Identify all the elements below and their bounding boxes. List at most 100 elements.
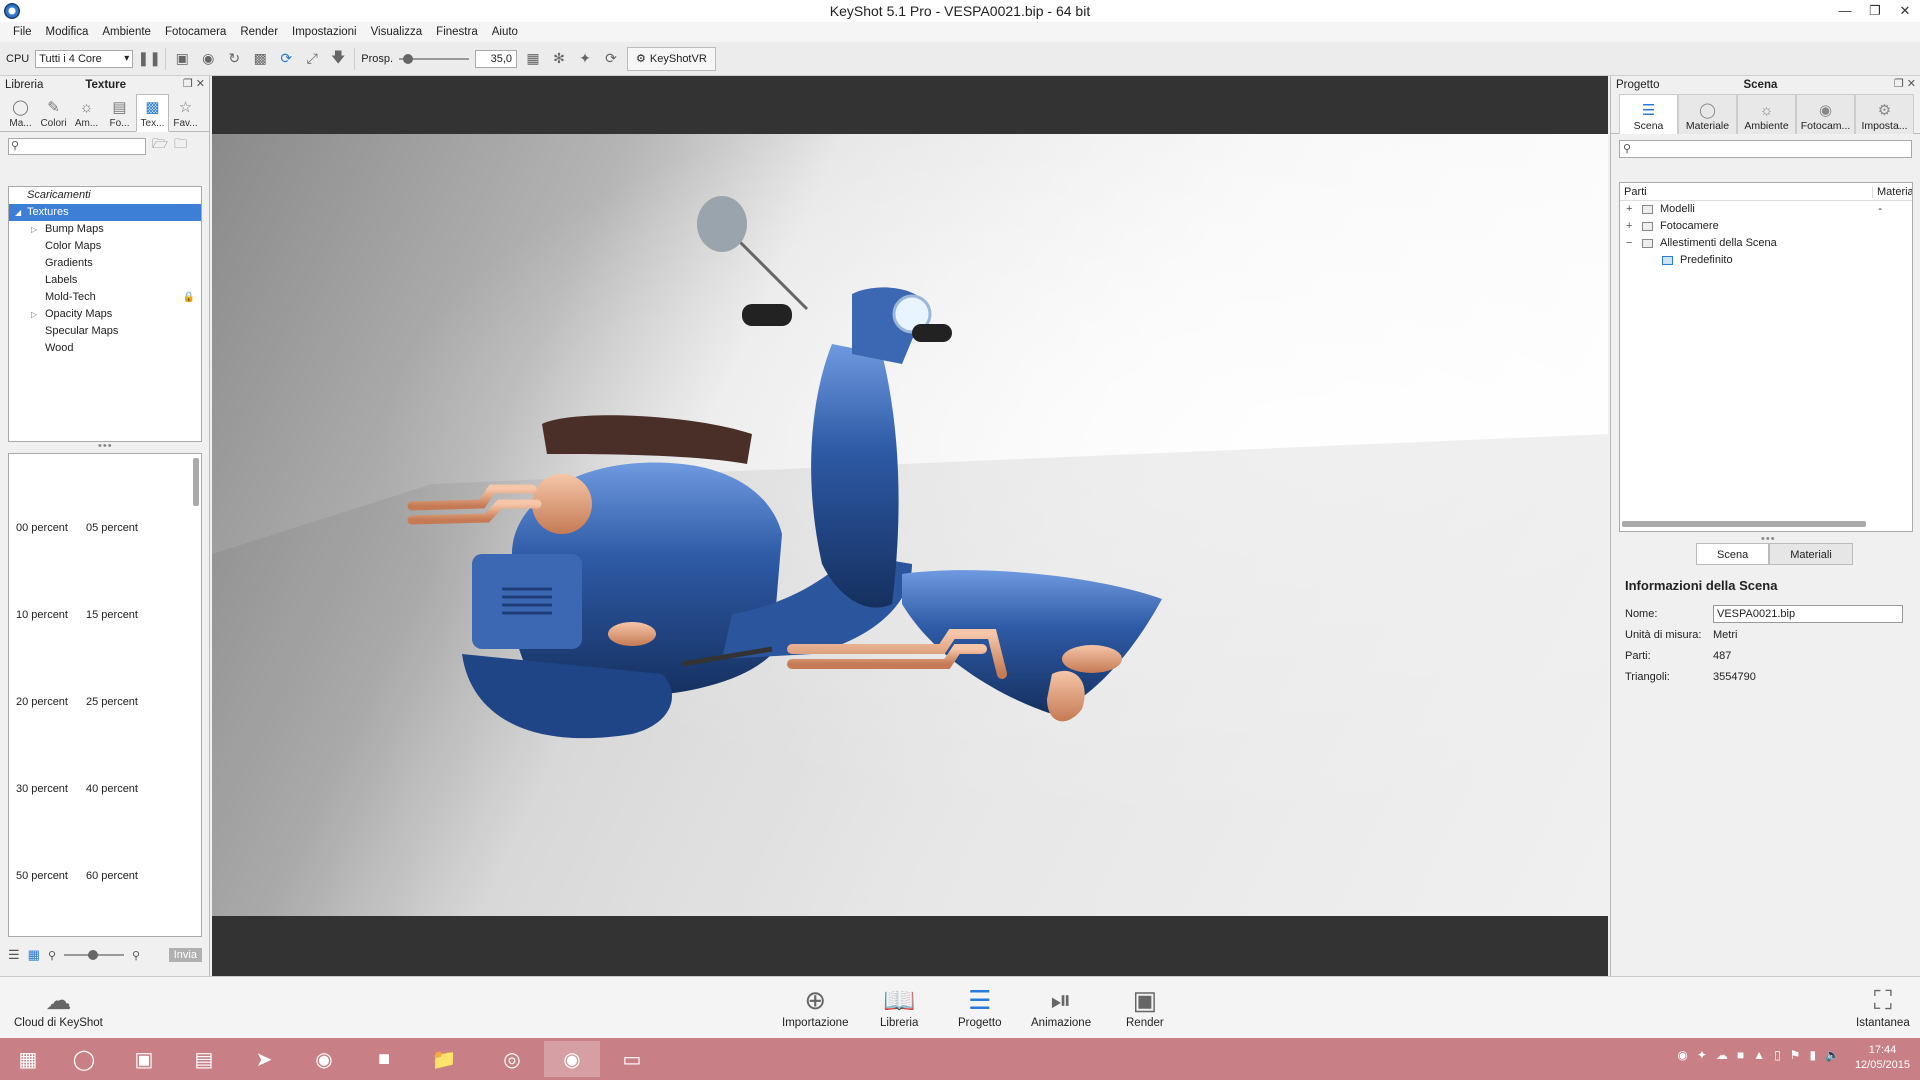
tab-environment[interactable]: ☼ Ambiente: [1737, 94, 1796, 134]
menu-modifica[interactable]: Modifica: [39, 26, 96, 38]
tree-item-specular-maps[interactable]: Specular Maps: [9, 323, 201, 340]
render-button[interactable]: ▣ Render: [1126, 983, 1164, 1029]
tree-item-downloads[interactable]: Scaricamenti: [9, 187, 201, 204]
screenshot-back-icon[interactable]: ▣: [172, 49, 192, 69]
tree-item-mold-tech[interactable]: Mold-Tech 🔒: [9, 289, 201, 306]
thumbnail-00-percent[interactable]: 00 percent: [11, 474, 73, 534]
scene-tree-scrollbar[interactable]: [1622, 521, 1866, 527]
close-button[interactable]: ✕: [1890, 0, 1920, 22]
column-material[interactable]: Materia: [1872, 185, 1912, 198]
tree-item-bump-maps[interactable]: ▷ Bump Maps: [9, 221, 201, 238]
menu-file[interactable]: File: [6, 26, 39, 38]
menu-finestra[interactable]: Finestra: [429, 26, 485, 38]
cores-dropdown[interactable]: Tutti i 4 Core: [35, 49, 134, 68]
expanded-arrow-icon[interactable]: ◢: [15, 204, 21, 221]
menu-impostazioni[interactable]: Impostazioni: [285, 26, 364, 38]
tree-item-textures[interactable]: ◢ Textures: [9, 204, 201, 221]
tray-network-icon[interactable]: ▯: [1774, 1048, 1781, 1062]
thumbnail-60-percent[interactable]: 60 percent: [81, 822, 143, 882]
expand-icon[interactable]: +: [1626, 218, 1632, 235]
taskbar-clock[interactable]: 17:44 12/05/2015: [1855, 1043, 1910, 1073]
thumbnail-50-percent[interactable]: 50 percent: [11, 822, 73, 882]
collapsed-arrow-icon[interactable]: ▷: [31, 306, 37, 323]
browser-icon[interactable]: ➤: [236, 1041, 292, 1077]
tree-item-color-maps[interactable]: Color Maps: [9, 238, 201, 255]
slider-thumb[interactable]: [403, 53, 414, 64]
keyshot-taskbar-icon[interactable]: ◉: [544, 1041, 600, 1077]
render-image[interactable]: [212, 134, 1608, 916]
grid-view-icon[interactable]: ▦: [28, 947, 40, 963]
collapse-icon[interactable]: −: [1626, 235, 1632, 252]
tab-favorites[interactable]: ☆ Fav...: [169, 94, 202, 132]
collapsed-arrow-icon[interactable]: ▷: [31, 221, 37, 238]
explorer-icon[interactable]: 📁: [416, 1041, 472, 1077]
thumbnails-scrollbar[interactable]: [193, 458, 199, 506]
tab-environments[interactable]: ☼ Am...: [70, 94, 103, 132]
subtab-materials[interactable]: Materiali: [1769, 543, 1853, 565]
render-viewport[interactable]: [212, 76, 1608, 976]
library-search-input[interactable]: ⚲: [8, 137, 146, 155]
fit-icon[interactable]: ⤢: [302, 49, 322, 69]
tray-cloud-icon[interactable]: ☁: [1716, 1048, 1728, 1062]
tray-battery-icon[interactable]: ▮: [1809, 1048, 1816, 1062]
tab-material[interactable]: ◯ Materiale: [1678, 94, 1737, 134]
wand-icon[interactable]: ✦: [575, 49, 595, 69]
scene-item-default[interactable]: Predefinito: [1620, 252, 1912, 269]
sync-icon[interactable]: ⟳: [601, 49, 621, 69]
menu-fotocamera[interactable]: Fotocamera: [158, 26, 233, 38]
drop-icon[interactable]: 🡇: [328, 49, 348, 69]
folder-add-icon[interactable]: 🗁: [152, 135, 168, 157]
panel-float-close-icons[interactable]: ❐ ✕: [1894, 77, 1916, 90]
scene-name-field[interactable]: VESPA0021.bip: [1713, 604, 1903, 623]
zoom-in-icon[interactable]: ⚲: [132, 949, 140, 962]
tree-item-opacity-maps[interactable]: ▷ Opacity Maps: [9, 306, 201, 323]
folder-icon[interactable]: 🗀: [174, 135, 187, 157]
tray-app-icon[interactable]: ■: [1737, 1048, 1744, 1062]
splitter-handle[interactable]: •••: [98, 440, 113, 452]
snapshot-button[interactable]: ⛶ Istantanea: [1856, 983, 1910, 1029]
scene-item-cameras[interactable]: + Fotocamere: [1620, 218, 1912, 235]
photoshop-icon[interactable]: ▭: [604, 1041, 660, 1077]
thumbnail-05-percent[interactable]: 05 percent: [81, 474, 143, 534]
expand-icon[interactable]: +: [1626, 201, 1632, 218]
firefox-icon[interactable]: ◉: [296, 1041, 352, 1077]
restore-button[interactable]: ❐: [1860, 0, 1890, 22]
chrome-icon[interactable]: ◎: [484, 1041, 540, 1077]
thumbnail-25-percent[interactable]: 25 percent: [81, 648, 143, 708]
animation-button[interactable]: ⏯ Animazione: [1031, 983, 1091, 1029]
keyshot-app-icon[interactable]: [4, 3, 20, 19]
tray-bluetooth-icon[interactable]: ✦: [1697, 1048, 1707, 1062]
perspective-input[interactable]: 35,0: [475, 49, 518, 68]
scene-search-input[interactable]: ⚲: [1619, 140, 1912, 158]
grid-icon[interactable]: ▦: [523, 49, 543, 69]
cloud-button[interactable]: ☁ Cloud di KeyShot: [14, 983, 103, 1029]
tray-shield-icon[interactable]: ▲: [1753, 1048, 1765, 1062]
slider-thumb[interactable]: [88, 950, 99, 960]
tab-camera[interactable]: ◉ Fotocam...: [1796, 94, 1855, 134]
project-button[interactable]: ☰ Progetto: [958, 983, 1001, 1029]
camera-icon[interactable]: ◉: [198, 49, 218, 69]
thumbnail-30-percent[interactable]: 30 percent: [11, 735, 73, 795]
import-button[interactable]: ⊕ Importazione: [782, 983, 848, 1029]
tab-textures[interactable]: ▩ Tex...: [136, 94, 169, 132]
tray-flag-icon[interactable]: ⚑: [1790, 1048, 1801, 1062]
send-button[interactable]: Invia: [168, 948, 202, 962]
pause-icon[interactable]: ❚❚: [138, 49, 161, 69]
news-icon[interactable]: ▤: [176, 1041, 232, 1077]
store-icon[interactable]: ▣: [116, 1041, 172, 1077]
acrobat-icon[interactable]: ■: [356, 1041, 412, 1077]
tab-colors[interactable]: ✎ Colori: [37, 94, 70, 132]
start-icon[interactable]: ▦: [0, 1041, 56, 1077]
keyshotvr-button[interactable]: ⚙ KeyShotVR: [627, 46, 716, 71]
menu-render[interactable]: Render: [233, 26, 285, 38]
tab-scene[interactable]: ☰ Scena: [1619, 94, 1678, 134]
tab-settings[interactable]: ⚙ Imposta...: [1855, 94, 1914, 134]
column-parts[interactable]: Parti: [1624, 186, 1647, 198]
region-icon[interactable]: ✻: [549, 49, 569, 69]
minimize-button[interactable]: —: [1830, 0, 1860, 22]
thumbnail-15-percent[interactable]: 15 percent: [81, 561, 143, 621]
refresh-icon[interactable]: ↻: [224, 49, 244, 69]
tray-camera-icon[interactable]: ◉: [1677, 1048, 1687, 1062]
tab-backplates[interactable]: ▤ Fo...: [103, 94, 136, 132]
tab-materials[interactable]: ◯ Ma...: [4, 94, 37, 132]
